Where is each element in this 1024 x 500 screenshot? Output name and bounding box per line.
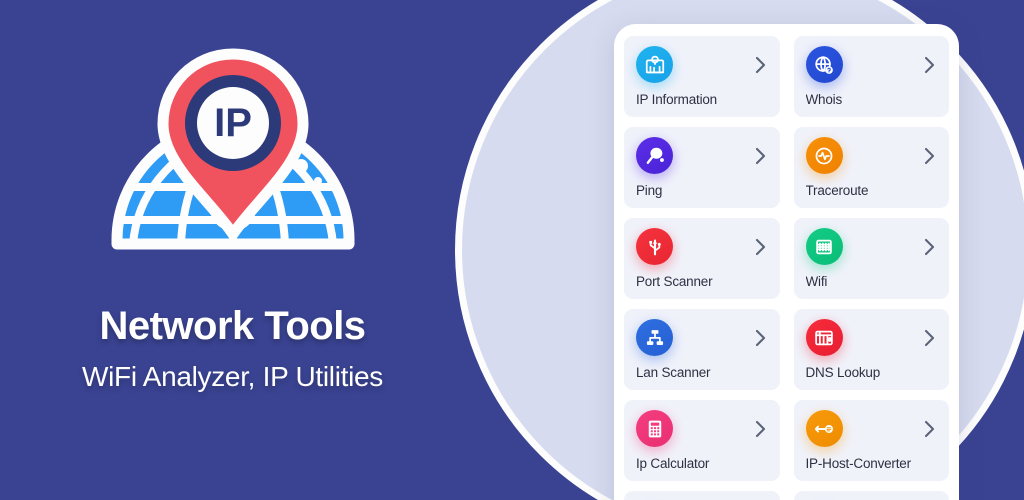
- chevron-right-icon[interactable]: [923, 420, 936, 438]
- page-subtitle: WiFi Analyzer, IP Utilities: [81, 361, 384, 392]
- chevron-right-icon[interactable]: [754, 56, 767, 74]
- tool-card-ip-host-converter[interactable]: IP-Host-Converter: [793, 400, 949, 481]
- tool-card-label: IP-Host-Converter: [805, 456, 912, 471]
- chevron-right-icon[interactable]: [923, 238, 936, 256]
- tool-card-partial[interactable]: [624, 491, 780, 500]
- tool-card-ip-calculator[interactable]: Ip Calculator: [624, 400, 780, 481]
- tool-card-label: Whois: [805, 92, 843, 107]
- ip-host-converter-icon: [805, 410, 843, 447]
- tool-card-ip-information[interactable]: IP Information: [624, 36, 780, 117]
- tool-card-dns-lookup[interactable]: DNS Lookup: [793, 309, 949, 390]
- tool-card-wifi[interactable]: Wifi: [793, 218, 949, 299]
- chevron-right-icon[interactable]: [754, 238, 767, 256]
- chevron-right-icon[interactable]: [923, 147, 936, 165]
- ip-information-icon: [636, 46, 673, 83]
- tool-card-label: Ip Calculator: [636, 456, 710, 471]
- chevron-right-icon[interactable]: [923, 56, 936, 74]
- tool-card-whois[interactable]: Whois: [793, 36, 949, 117]
- whois-globe-icon: [805, 46, 843, 83]
- dns-lookup-icon: [805, 319, 843, 356]
- page-title: Network Tools: [99, 304, 366, 348]
- tool-card-label: Traceroute: [805, 183, 869, 198]
- location-pin-icon: IP: [157, 48, 308, 240]
- ping-paddle-icon: [636, 137, 673, 174]
- tool-card-partial[interactable]: [793, 491, 949, 500]
- tool-card-lan-scanner[interactable]: Lan Scanner: [624, 309, 780, 390]
- lan-scanner-nodes-icon: [636, 319, 673, 356]
- tool-card-label: Lan Scanner: [636, 365, 711, 380]
- tools-grid: IP Information Whois Ping Traceroute Port Sc…: [624, 36, 949, 500]
- tool-card-traceroute[interactable]: Traceroute: [793, 127, 949, 208]
- tool-card-label: IP Information: [636, 92, 717, 107]
- tool-card-label: Port Scanner: [636, 274, 713, 289]
- app-logo: IP: [103, 48, 363, 298]
- tool-card-label: Ping: [636, 183, 663, 198]
- chevron-right-icon[interactable]: [754, 147, 767, 165]
- chevron-right-icon[interactable]: [754, 329, 767, 347]
- tool-card-port-scanner[interactable]: Port Scanner: [624, 218, 780, 299]
- phone-panel: IP Information Whois Ping Traceroute Port Sc…: [614, 24, 959, 500]
- tool-card-ping[interactable]: Ping: [624, 127, 780, 208]
- wifi-icon: [805, 228, 843, 265]
- logo-text: IP: [214, 101, 252, 145]
- brand-block: IP Network Tools WiFi Analyzer, IP Utili…: [0, 0, 465, 500]
- traceroute-pulse-icon: [805, 137, 843, 174]
- promo-banner: IP Network Tools WiFi Analyzer, IP Utili…: [0, 0, 1024, 500]
- port-scanner-usb-icon: [636, 228, 673, 265]
- calculator-icon: [636, 410, 673, 447]
- chevron-right-icon[interactable]: [754, 420, 767, 438]
- tool-card-label: DNS Lookup: [805, 365, 881, 380]
- tool-card-label: Wifi: [805, 274, 828, 289]
- chevron-right-icon[interactable]: [923, 329, 936, 347]
